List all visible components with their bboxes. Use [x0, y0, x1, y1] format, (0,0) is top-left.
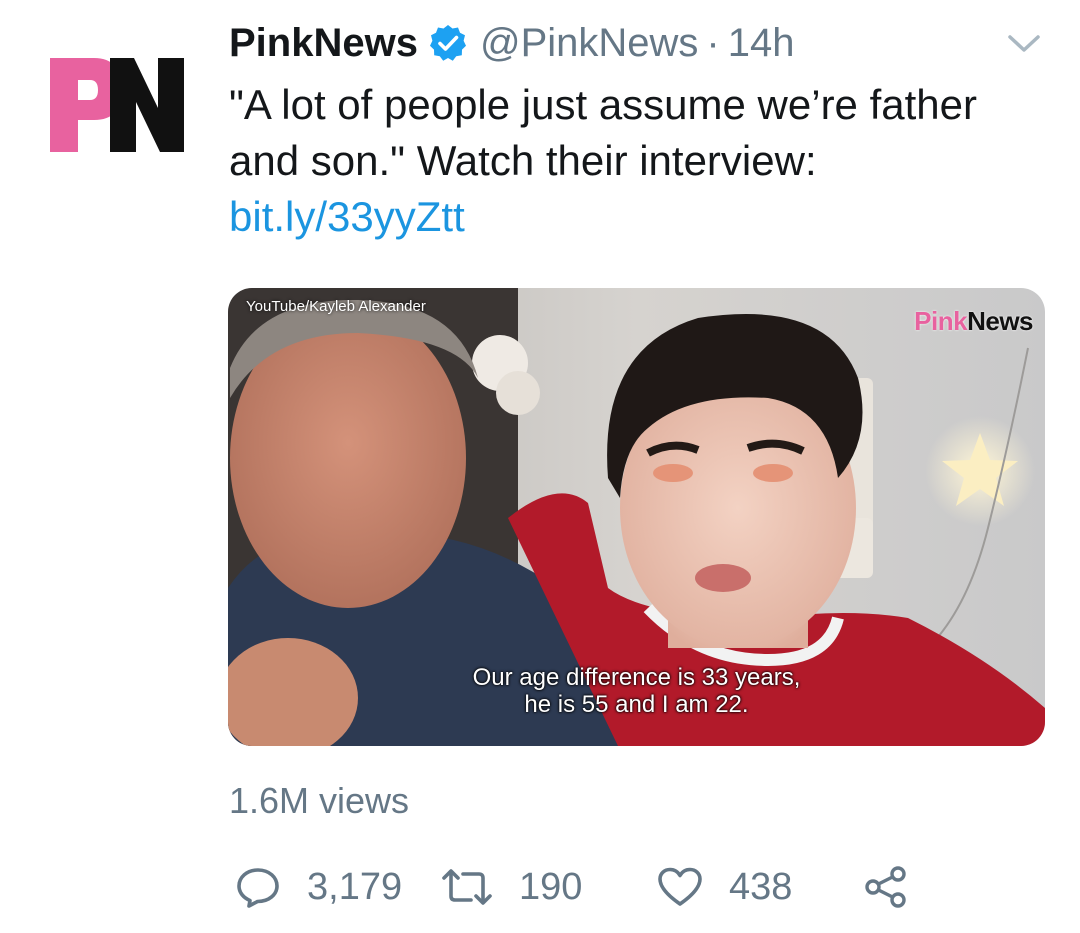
tweet-actions: 3,179 190 438 [229, 857, 989, 917]
watermark-pink: Pink [914, 306, 968, 336]
retweet-icon [441, 866, 493, 908]
like-button[interactable]: 438 [657, 857, 792, 917]
verified-badge-icon [428, 23, 468, 63]
heart-icon [657, 866, 703, 908]
tweet-header: PinkNews @PinkNews · 14h [229, 18, 1040, 68]
video-media[interactable]: YouTube/Kayleb Alexander PinkNews Our ag… [228, 288, 1045, 746]
subtitle-line-2: he is 55 and I am 22. [524, 691, 749, 718]
video-subtitle: Our age difference is 33 years, he is 55… [228, 664, 1045, 718]
media-credit: YouTube/Kayleb Alexander [246, 298, 426, 315]
tweet-link[interactable]: bit.ly/33yyZtt [229, 193, 465, 240]
timestamp[interactable]: 14h [728, 21, 795, 66]
reply-count: 3,179 [307, 865, 403, 908]
separator: · [706, 20, 720, 65]
retweet-button[interactable]: 190 [441, 857, 582, 917]
display-name[interactable]: PinkNews [229, 21, 418, 66]
share-icon [863, 865, 909, 909]
handle[interactable]: @PinkNews [480, 21, 698, 66]
reply-icon [235, 866, 281, 908]
like-count: 438 [729, 865, 793, 908]
reply-button[interactable]: 3,179 [235, 857, 402, 917]
avatar[interactable] [50, 56, 186, 156]
subtitle-line-1: Our age difference is 33 years, [472, 664, 801, 691]
watermark-news: News [967, 306, 1033, 336]
pinknews-watermark: PinkNews [914, 306, 1033, 337]
tweet-text: "A lot of people just assume we’re fathe… [229, 77, 1049, 245]
chevron-down-icon[interactable] [1006, 32, 1042, 56]
retweet-count: 190 [519, 865, 583, 908]
view-count: 1.6M views [229, 780, 410, 821]
share-button[interactable] [863, 857, 909, 917]
tweet[interactable]: PinkNews @PinkNews · 14h "A lot of peopl… [0, 0, 1080, 933]
tweet-body: "A lot of people just assume we’re fathe… [229, 81, 977, 184]
